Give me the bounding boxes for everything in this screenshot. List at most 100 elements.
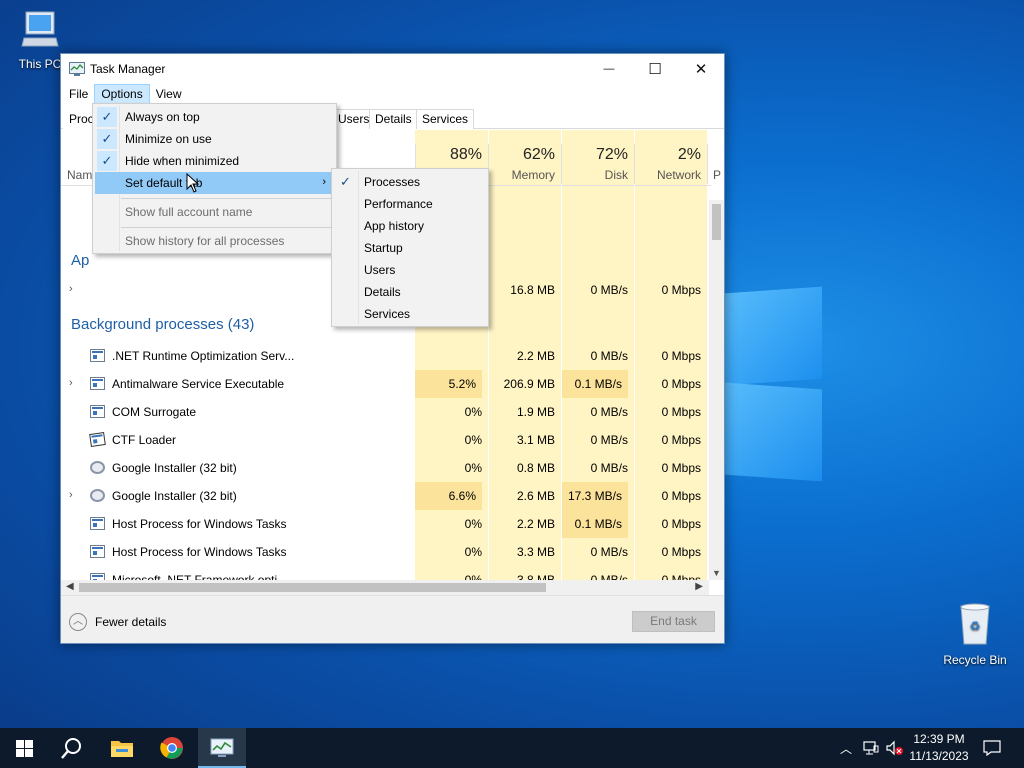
close-icon: ✕ bbox=[694, 61, 708, 78]
menu-file[interactable]: File bbox=[63, 85, 94, 103]
search-button[interactable] bbox=[48, 728, 96, 768]
cell-disk: 0 MB/s bbox=[590, 545, 628, 559]
menu-options[interactable]: Options bbox=[94, 84, 150, 104]
taskbar-clock[interactable]: 12:39 PM 11/13/2023 bbox=[900, 731, 978, 765]
submenu-item-startup[interactable]: Startup bbox=[334, 237, 486, 259]
default-tab-submenu: ✓ Processes Performance App history Star… bbox=[331, 168, 489, 327]
menu-item-label: Minimize on use bbox=[125, 132, 212, 146]
checkmark-icon: ✓ bbox=[97, 129, 117, 149]
tab-details[interactable]: Details bbox=[369, 109, 418, 129]
table-row[interactable]: Google Installer (32 bit) 0% 0.8 MB 0 MB/s 0… bbox=[61, 454, 707, 482]
table-row[interactable]: Microsoft .NET Framework opti... 0% 3.8 MB… bbox=[61, 566, 707, 580]
submenu-item-services[interactable]: Services bbox=[334, 303, 486, 325]
cell-network: 0 Mbps bbox=[661, 349, 701, 363]
menu-item-label: Performance bbox=[364, 197, 433, 211]
cell-memory: 2.6 MB bbox=[516, 489, 555, 503]
submenu-item-details[interactable]: Details bbox=[334, 281, 486, 303]
cell-network: 0 Mbps bbox=[661, 283, 701, 297]
table-row[interactable]: › Google Installer (32 bit) 6.6% 2.6 MB 17.3… bbox=[61, 482, 707, 510]
tab-services[interactable]: Services bbox=[416, 109, 475, 129]
expand-chevron-icon[interactable]: › bbox=[69, 377, 73, 389]
cell-memory: 1.9 MB bbox=[516, 405, 555, 419]
column-header-network-pct[interactable]: 2% bbox=[635, 146, 701, 164]
process-name: Microsoft .NET Framework opti... bbox=[112, 573, 288, 580]
table-row[interactable]: › Antimalware Service Executable 5.2% 206.9… bbox=[61, 370, 707, 398]
column-header-memory[interactable]: Memory bbox=[489, 168, 555, 182]
cell-cpu: 0% bbox=[464, 545, 482, 559]
cell-memory: 3.1 MB bbox=[516, 433, 555, 447]
menu-item-label: Hide when minimized bbox=[125, 154, 240, 168]
cell-disk: 17.3 MB/s bbox=[562, 482, 628, 510]
chrome-icon bbox=[160, 737, 183, 759]
scroll-left-icon[interactable]: ◀ bbox=[66, 581, 74, 592]
search-icon bbox=[61, 738, 81, 759]
installer-gear-icon bbox=[90, 489, 105, 502]
chrome-button[interactable] bbox=[148, 728, 196, 768]
network-tray-button[interactable] bbox=[860, 728, 882, 768]
recycle-bin-icon: ♻ bbox=[937, 602, 1013, 649]
horizontal-scroll-thumb[interactable] bbox=[79, 583, 546, 592]
menu-item-label: Details bbox=[364, 285, 401, 299]
submenu-item-app-history[interactable]: App history bbox=[334, 215, 486, 237]
cell-memory: 2.2 MB bbox=[516, 517, 555, 531]
menu-item-label: Show full account name bbox=[125, 205, 253, 219]
horizontal-scrollbar[interactable]: ◀ ▶ bbox=[61, 580, 709, 595]
title-bar[interactable]: Task Manager — ☐ ✕ bbox=[61, 54, 724, 84]
cell-disk: 0 MB/s bbox=[590, 283, 628, 297]
menu-item-label: Show history for all processes bbox=[125, 234, 285, 248]
menu-item-show-history-all-processes[interactable]: Show history for all processes bbox=[95, 230, 334, 252]
maximize-button[interactable]: ☐ bbox=[632, 54, 678, 84]
desktop-icon-recycle-bin[interactable]: ♻ Recycle Bin bbox=[937, 602, 1013, 667]
menu-item-hide-when-minimized[interactable]: ✓ Hide when minimized bbox=[95, 150, 334, 172]
cell-disk: 0 MB/s bbox=[590, 433, 628, 447]
expand-chevron-icon[interactable]: › bbox=[69, 283, 73, 295]
table-row[interactable]: CTF Loader 0% 3.1 MB 0 MB/s 0 Mbps bbox=[61, 426, 707, 454]
mouse-cursor-icon bbox=[186, 172, 200, 196]
show-hidden-icons-button[interactable]: ︿ bbox=[836, 728, 856, 768]
options-menu: ✓ Always on top ✓ Minimize on use ✓ Hide… bbox=[92, 103, 337, 254]
column-header-disk-pct[interactable]: 72% bbox=[562, 146, 628, 164]
submenu-item-users[interactable]: Users bbox=[334, 259, 486, 281]
end-task-button[interactable]: End task bbox=[632, 611, 715, 632]
task-manager-taskbar-button[interactable] bbox=[198, 728, 246, 768]
menu-item-set-default-tab[interactable]: Set default tab › bbox=[95, 172, 334, 194]
table-row[interactable]: .NET Runtime Optimization Serv... 2.2 MB 0… bbox=[61, 342, 707, 370]
minimize-button[interactable]: — bbox=[586, 54, 632, 84]
table-row[interactable]: Host Process for Windows Tasks 0% 3.3 MB 0 … bbox=[61, 538, 707, 566]
column-header-disk[interactable]: Disk bbox=[562, 168, 628, 182]
scroll-right-icon[interactable]: ▶ bbox=[695, 581, 703, 592]
fewer-details-label: Fewer details bbox=[95, 615, 167, 629]
submenu-item-processes[interactable]: ✓ Processes bbox=[334, 171, 486, 193]
fewer-details-button[interactable]: ︿ Fewer details bbox=[69, 613, 166, 631]
taskbar: ︿ 12:39 PM 11/13/2023 bbox=[0, 728, 1024, 768]
cell-disk: 0.1 MB/s bbox=[562, 370, 628, 398]
action-center-button[interactable] bbox=[980, 728, 1004, 768]
column-header-cpu-pct[interactable]: 88% bbox=[415, 146, 482, 164]
submenu-item-performance[interactable]: Performance bbox=[334, 193, 486, 215]
start-button[interactable] bbox=[0, 728, 48, 768]
column-header-name[interactable]: Nam bbox=[67, 168, 92, 182]
file-explorer-button[interactable] bbox=[98, 728, 146, 768]
vertical-scrollbar[interactable]: ▼ bbox=[709, 200, 724, 580]
menu-item-always-on-top[interactable]: ✓ Always on top bbox=[95, 106, 334, 128]
cell-cpu: 6.6% bbox=[415, 482, 482, 510]
app-window-icon bbox=[90, 545, 105, 558]
column-header-power[interactable]: P bbox=[713, 168, 721, 182]
close-button[interactable]: ✕ bbox=[678, 54, 724, 84]
vertical-scroll-thumb[interactable] bbox=[712, 204, 721, 240]
menu-item-show-full-account-name[interactable]: Show full account name bbox=[95, 201, 334, 223]
column-header-memory-pct[interactable]: 62% bbox=[489, 146, 555, 164]
cell-network: 0 Mbps bbox=[661, 489, 701, 503]
table-row[interactable]: COM Surrogate 0% 1.9 MB 0 MB/s 0 Mbps bbox=[61, 398, 707, 426]
table-row[interactable]: Host Process for Windows Tasks 0% 2.2 MB 0.… bbox=[61, 510, 707, 538]
menu-item-minimize-on-use[interactable]: ✓ Minimize on use bbox=[95, 128, 334, 150]
scroll-down-icon[interactable]: ▼ bbox=[712, 568, 721, 578]
cell-cpu: 0% bbox=[464, 405, 482, 419]
column-header-network[interactable]: Network bbox=[635, 168, 701, 182]
menu-view[interactable]: View bbox=[150, 85, 188, 103]
cell-memory: 206.9 MB bbox=[503, 377, 555, 391]
process-name: Host Process for Windows Tasks bbox=[112, 517, 287, 531]
section-apps: Ap bbox=[71, 252, 90, 269]
expand-chevron-icon[interactable]: › bbox=[69, 489, 73, 501]
cell-network: 0 Mbps bbox=[661, 573, 701, 580]
